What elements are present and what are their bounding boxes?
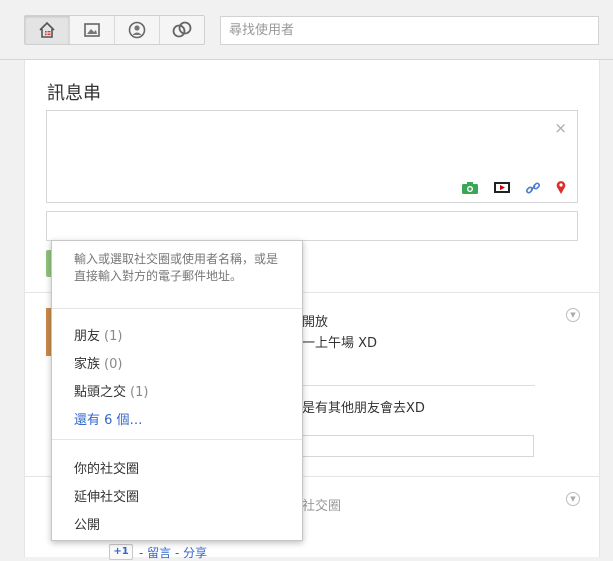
post-menu-chevron-icon[interactable]: ▼ [566, 308, 580, 322]
search-input[interactable] [220, 16, 599, 45]
circle-label: 點頭之交 [74, 385, 127, 400]
nav-button-group [24, 15, 205, 45]
home-icon [39, 21, 55, 38]
circle-label: 家族 [74, 357, 101, 372]
link-icon[interactable] [525, 181, 541, 195]
divider [52, 308, 302, 309]
circle-count: (1) [104, 329, 123, 344]
photos-icon [84, 23, 100, 37]
circle-item-acquaintances[interactable]: 點頭之交 (1) [74, 381, 148, 400]
plus-one-button[interactable]: +1 [109, 544, 133, 560]
circles-icon [172, 21, 192, 38]
post-header-text: 社交圈 [302, 499, 342, 514]
post-menu-chevron-icon[interactable]: ▼ [566, 492, 580, 506]
top-toolbar [0, 0, 613, 60]
location-pin-icon[interactable] [555, 180, 567, 195]
circle-count: (0) [104, 357, 123, 372]
circle-label: 朋友 [74, 329, 101, 344]
composer-tools [461, 180, 567, 195]
post-header-text: 開放 [302, 315, 329, 330]
circle-picker-hint: 輸入或選取社交圈或使用者名稱，或是直接輸入對方的電子郵件地址。 [74, 252, 279, 283]
profile-button[interactable] [115, 16, 160, 44]
circle-picker-dropdown: 輸入或選取社交圈或使用者名稱，或是直接輸入對方的電子郵件地址。 朋友 (1) 家族… [51, 240, 303, 541]
option-your-circles[interactable]: 你的社交圈 [74, 458, 139, 477]
photos-button[interactable] [70, 16, 115, 44]
camera-icon[interactable] [461, 181, 479, 195]
divider [52, 439, 302, 440]
more-circles-link[interactable]: 還有 6 個… [74, 409, 143, 428]
circle-count: (1) [130, 385, 149, 400]
circles-button[interactable] [160, 16, 204, 44]
profile-icon [128, 21, 146, 39]
page-title: 訊息串 [47, 83, 101, 104]
option-public[interactable]: 公開 [74, 514, 100, 533]
post-actions[interactable]: - 留言 - 分享 [139, 544, 207, 561]
comment-divider [300, 385, 535, 386]
close-icon[interactable]: × [554, 119, 567, 137]
share-with-input[interactable] [46, 211, 578, 241]
video-icon[interactable] [493, 181, 511, 195]
circle-item-friends[interactable]: 朋友 (1) [74, 325, 122, 344]
comment-input[interactable] [300, 435, 534, 457]
comment-text: 是有其他朋友會去XD [302, 401, 425, 416]
circle-item-family[interactable]: 家族 (0) [74, 353, 122, 372]
post-composer[interactable]: × [46, 110, 578, 203]
home-button[interactable] [25, 16, 70, 44]
post-body-text: 一上午場 XD [302, 336, 378, 351]
option-extended-circles[interactable]: 延伸社交圈 [74, 486, 139, 505]
